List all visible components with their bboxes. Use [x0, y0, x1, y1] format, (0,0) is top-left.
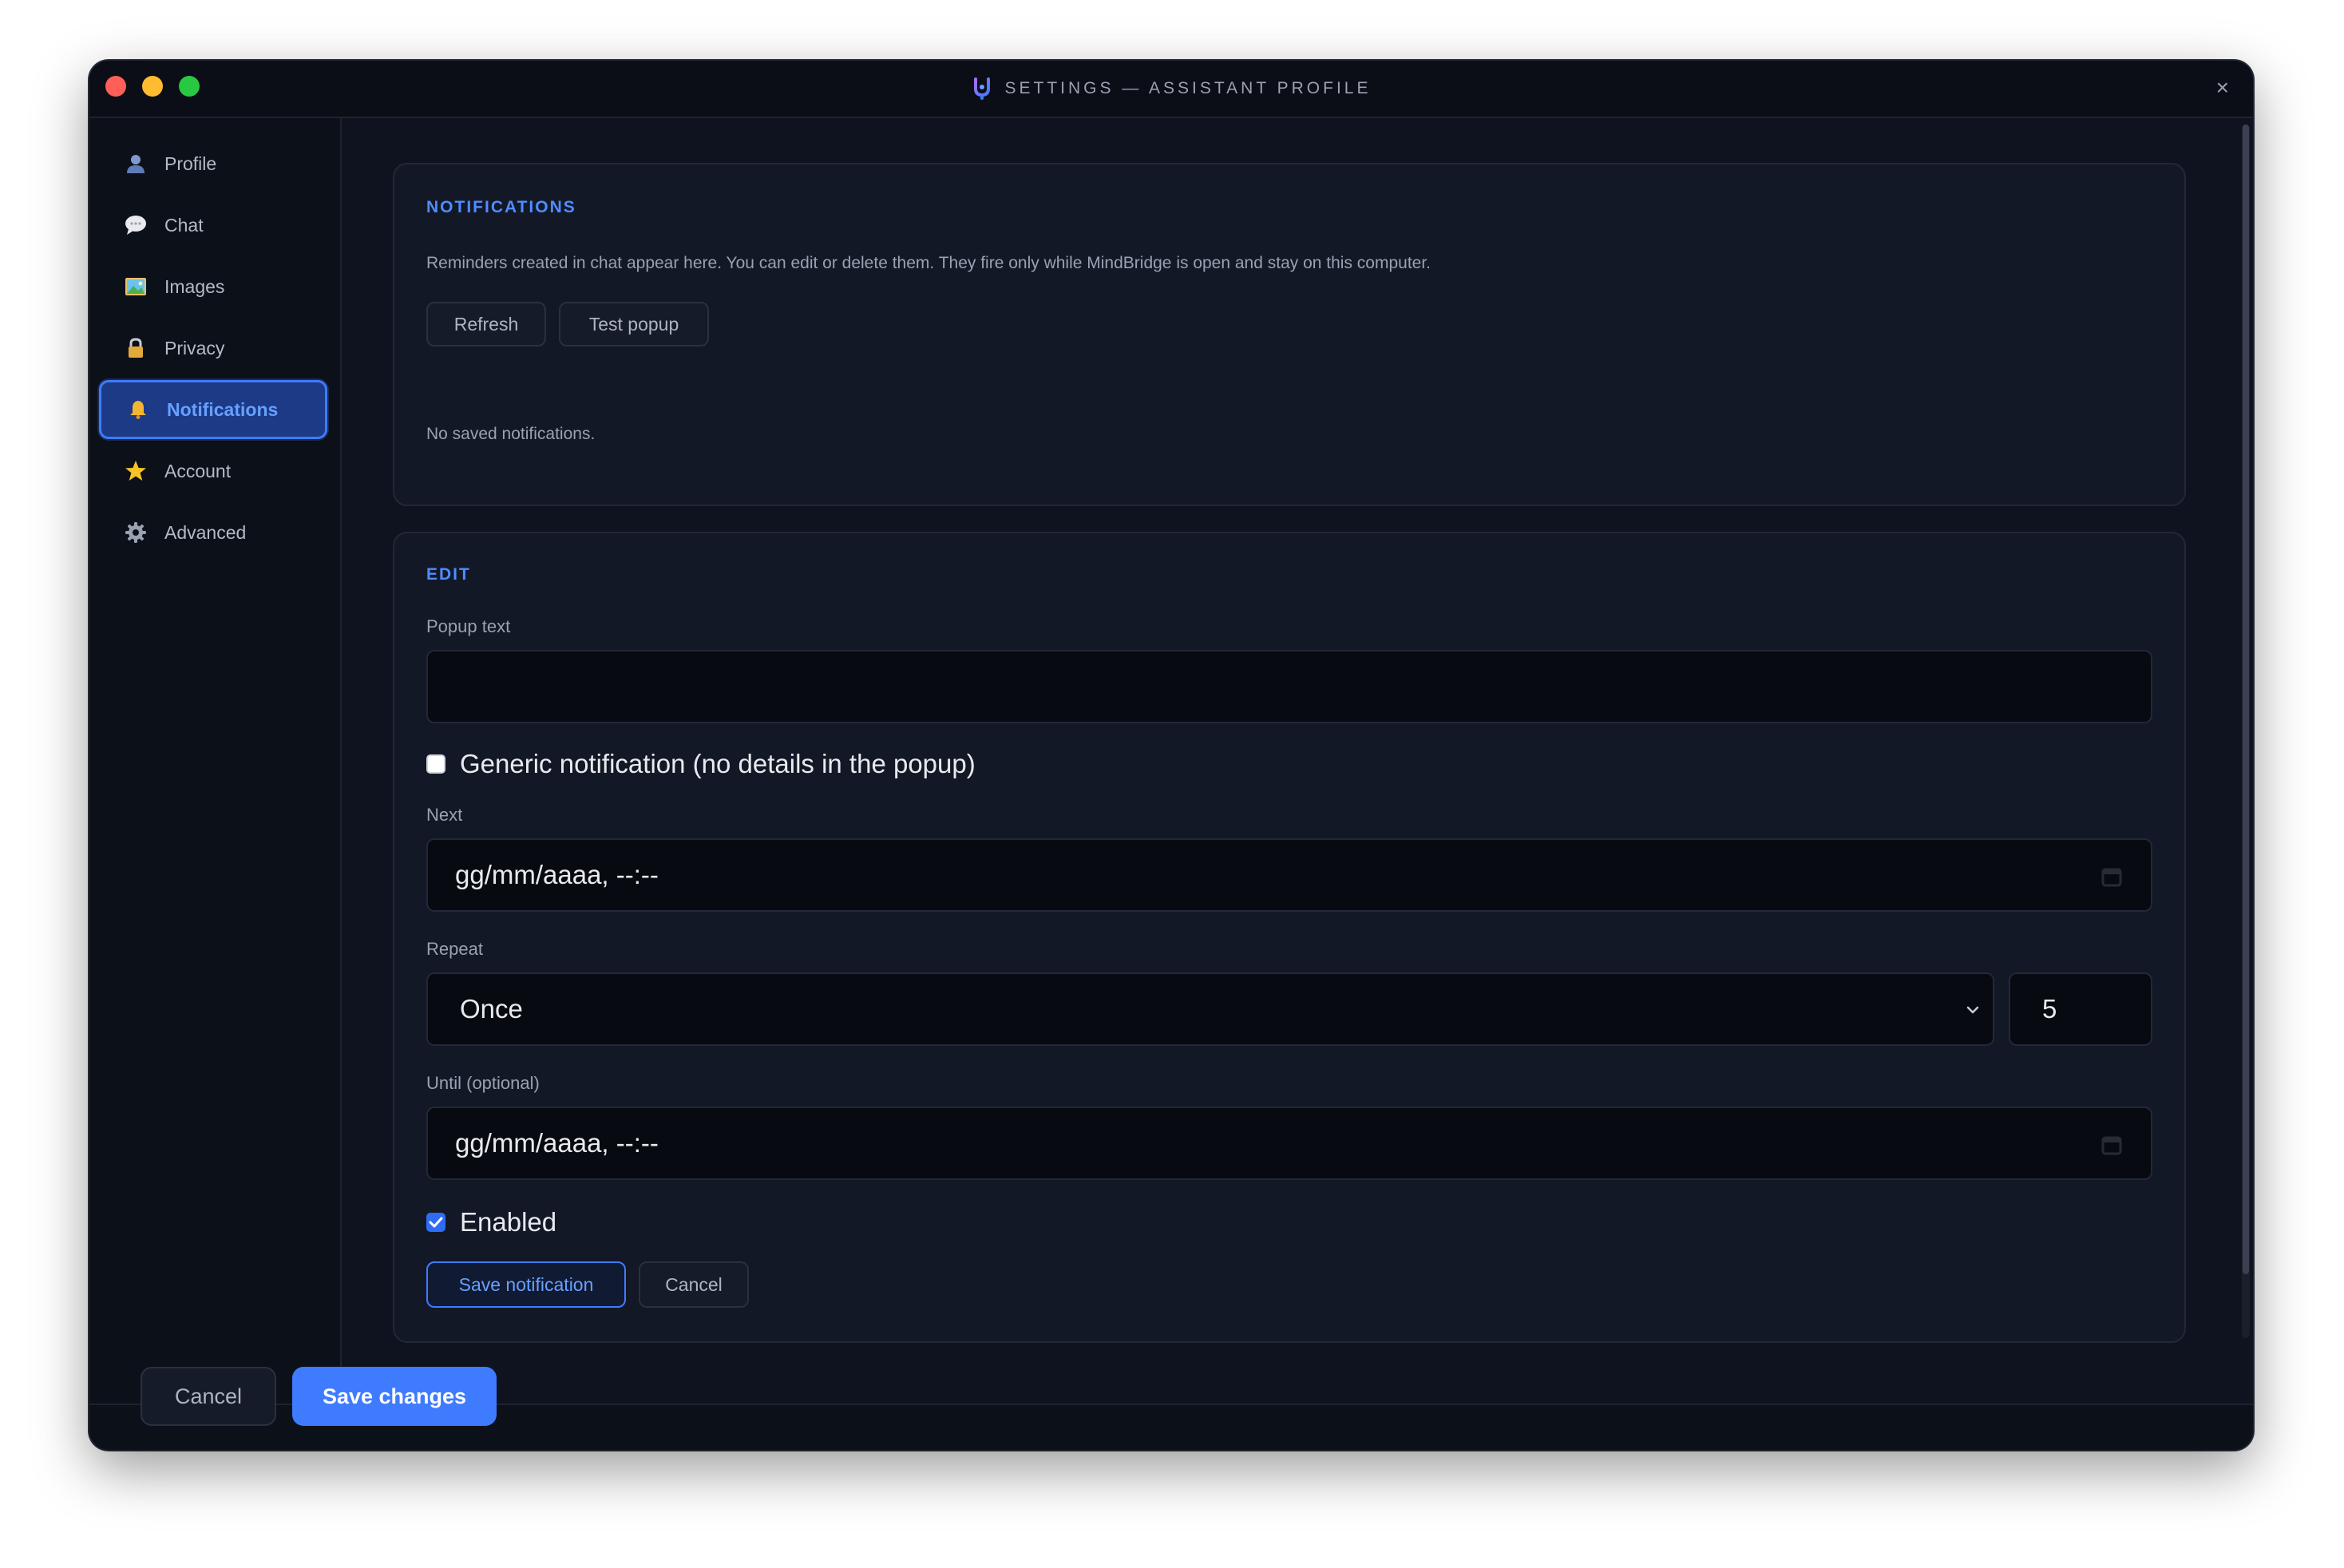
- window-title: SETTINGS — ASSISTANT PROFILE: [1004, 79, 1372, 97]
- sidebar-item-account[interactable]: Account: [99, 441, 327, 501]
- test-popup-button[interactable]: Test popup: [559, 302, 709, 346]
- enabled-label: Enabled: [460, 1207, 557, 1237]
- next-label: Next: [426, 805, 463, 825]
- popup-text-input[interactable]: [426, 650, 2152, 723]
- sidebar-item-images[interactable]: Images: [99, 257, 327, 316]
- notifications-description: Reminders created in chat appear here. Y…: [426, 254, 1431, 272]
- until-datetime-input[interactable]: gg/mm/aaaa, --:--: [426, 1107, 2152, 1180]
- cancel-edit-button[interactable]: Cancel: [639, 1261, 749, 1308]
- repeat-count-input[interactable]: 5: [2009, 972, 2152, 1046]
- repeat-select[interactable]: Once: [426, 972, 1994, 1046]
- picture-icon: [125, 275, 147, 298]
- sidebar-item-privacy[interactable]: Privacy: [99, 319, 327, 378]
- sidebar-item-label: Images: [164, 275, 225, 297]
- sidebar-item-chat[interactable]: Chat: [99, 196, 327, 255]
- scrollbar-thumb[interactable]: [2243, 125, 2249, 1274]
- sidebar-item-label: Privacy: [164, 337, 225, 358]
- sidebar-item-label: Profile: [164, 152, 217, 174]
- star-icon: [125, 460, 147, 482]
- edit-section-title: EDIT: [426, 565, 471, 584]
- sidebar-item-label: Notifications: [167, 398, 279, 420]
- sidebar-item-profile[interactable]: Profile: [99, 134, 327, 193]
- sidebar-item-label: Advanced: [164, 521, 247, 543]
- next-datetime-input[interactable]: gg/mm/aaaa, --:--: [426, 838, 2152, 912]
- refresh-button[interactable]: Refresh: [426, 302, 546, 346]
- calendar-icon[interactable]: [2101, 865, 2122, 888]
- save-notification-button[interactable]: Save notification: [426, 1261, 626, 1308]
- edit-section: EDIT Popup text Generic notification (no…: [393, 532, 2186, 1343]
- lock-icon: [125, 337, 147, 359]
- until-label: Until (optional): [426, 1073, 540, 1093]
- close-icon[interactable]: ×: [2216, 73, 2229, 102]
- generic-notification-toggle[interactable]: Generic notification (no details in the …: [426, 749, 976, 779]
- notifications-section: NOTIFICATIONS Reminders created in chat …: [393, 163, 2186, 506]
- gear-icon: [125, 521, 147, 544]
- chevron-down-icon: [1966, 1004, 1980, 1016]
- app-logo-icon: [972, 76, 992, 101]
- bell-icon: [127, 398, 149, 421]
- repeat-select-value: Once: [460, 994, 523, 1024]
- generic-notification-checkbox[interactable]: [426, 754, 445, 774]
- sidebar-nav: Profile Chat Images Privacy Notification…: [89, 118, 342, 1404]
- notifications-section-title: NOTIFICATIONS: [426, 198, 576, 216]
- repeat-count-value: 5: [2042, 994, 2057, 1024]
- enabled-checkbox[interactable]: [426, 1213, 445, 1232]
- next-datetime-value: gg/mm/aaaa, --:--: [455, 860, 659, 889]
- calendar-icon[interactable]: [2101, 1134, 2122, 1156]
- enabled-toggle[interactable]: Enabled: [426, 1207, 556, 1237]
- content-scrollbar[interactable]: [2242, 125, 2250, 1338]
- title-bar: SETTINGS — ASSISTANT PROFILE ×: [89, 61, 2253, 118]
- sidebar-item-notifications[interactable]: Notifications: [99, 380, 327, 439]
- empty-notifications-text: No saved notifications.: [426, 425, 596, 443]
- repeat-label: Repeat: [426, 939, 483, 959]
- until-datetime-value: gg/mm/aaaa, --:--: [455, 1128, 659, 1158]
- person-icon: [125, 152, 147, 175]
- settings-window: SETTINGS — ASSISTANT PROFILE × Profile C…: [89, 61, 2253, 1450]
- sidebar-item-label: Chat: [164, 214, 204, 236]
- save-changes-button[interactable]: Save changes: [292, 1367, 497, 1426]
- footer-cancel-button[interactable]: Cancel: [141, 1367, 276, 1426]
- speech-bubble-icon: [125, 214, 147, 236]
- generic-notification-label: Generic notification (no details in the …: [460, 749, 976, 778]
- sidebar-item-advanced[interactable]: Advanced: [99, 503, 327, 562]
- popup-text-label: Popup text: [426, 616, 511, 636]
- window-title-group: SETTINGS — ASSISTANT PROFILE: [89, 61, 2253, 117]
- sidebar-item-label: Account: [164, 460, 232, 481]
